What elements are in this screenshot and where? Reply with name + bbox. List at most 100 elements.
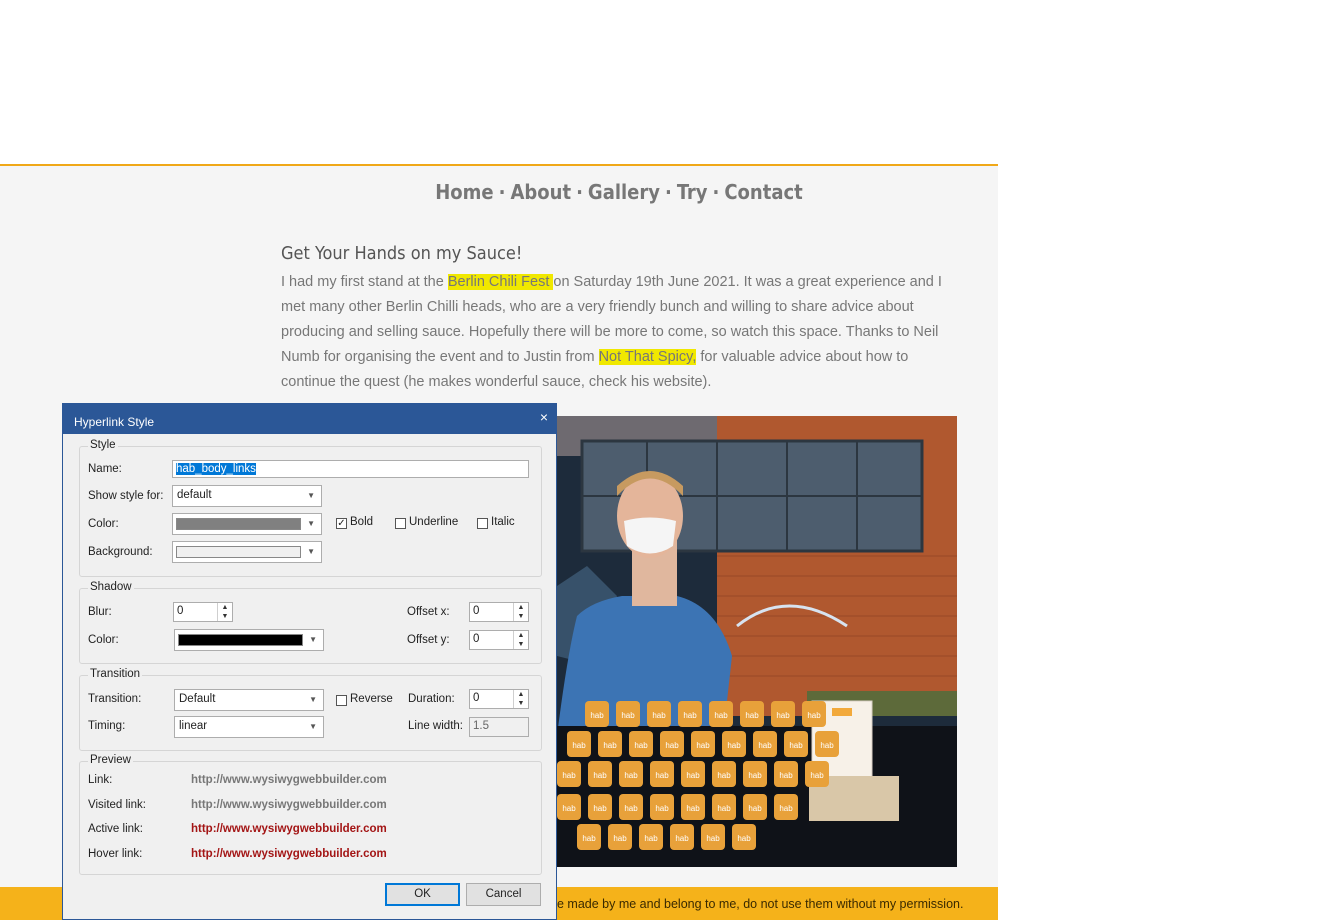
preview-hover-label: Hover link: (88, 848, 143, 860)
jar-label: hab (810, 771, 824, 780)
jar-label: hab (820, 741, 834, 750)
show-style-value: default (177, 489, 212, 501)
not-that-spicy-link[interactable]: Not That Spicy, (598, 349, 697, 365)
close-icon[interactable]: × (540, 409, 548, 425)
nav-separator: · (576, 180, 583, 204)
background-label: Background: (88, 546, 153, 558)
jar-label: hab (572, 741, 586, 750)
show-style-select[interactable]: default ▼ (172, 485, 322, 507)
nav-gallery[interactable]: Gallery (588, 180, 660, 204)
offset-x-value: 0 (473, 605, 480, 617)
jar-label: hab (727, 741, 741, 750)
shadow-color-label: Color: (88, 634, 119, 646)
jar-label: hab (686, 804, 700, 813)
shadow-color-picker[interactable]: ▼ (174, 629, 324, 651)
duration-stepper[interactable]: 0 ▲ ▼ (469, 689, 529, 709)
italic-checkbox[interactable] (477, 518, 488, 529)
jar-label: hab (624, 804, 638, 813)
chevron-down-icon: ▼ (307, 491, 315, 500)
increment-icon[interactable]: ▲ (513, 690, 528, 699)
offset-y-label: Offset y: (407, 634, 450, 646)
nav-about[interactable]: About (510, 180, 571, 204)
page-heading: Get Your Hands on my Sauce! (281, 243, 523, 264)
jar-label: hab (748, 771, 762, 780)
reverse-label: Reverse (350, 693, 393, 705)
nav-home[interactable]: Home (435, 180, 493, 204)
line-width-field: 1.5 (469, 717, 529, 737)
blur-stepper[interactable]: 0 ▲ ▼ (173, 602, 233, 622)
bold-checkbox[interactable]: ✓ (336, 518, 347, 529)
preview-link-label: Link: (88, 774, 113, 786)
ok-button[interactable]: OK (385, 883, 460, 906)
decrement-icon[interactable]: ▼ (217, 612, 232, 621)
background-picker[interactable]: ▼ (172, 541, 322, 563)
jar-label: hab (717, 771, 731, 780)
cancel-button[interactable]: Cancel (466, 883, 541, 906)
shadow-group: Shadow Blur: 0 ▲ ▼ Color: ▼ Offset x: 0 ▲ ▼ … (79, 581, 542, 664)
decrement-icon[interactable]: ▼ (513, 612, 528, 621)
transition-label: Transition: (88, 693, 142, 705)
blur-label: Blur: (88, 606, 112, 618)
underline-label: Underline (409, 516, 459, 528)
jar-label: hab (748, 804, 762, 813)
nav-separator: · (498, 180, 506, 204)
nav-contact[interactable]: Contact (724, 180, 802, 204)
jar-label: hab (621, 711, 635, 720)
italic-label: Italic (491, 516, 515, 528)
jar-label: hab (665, 741, 679, 750)
jar-label: hab (593, 804, 607, 813)
increment-icon[interactable]: ▲ (513, 631, 528, 640)
transition-group: Transition Transition: Default ▼ Reverse … (79, 668, 542, 751)
color-swatch (176, 518, 301, 530)
jar-label: hab (624, 771, 638, 780)
color-label: Color: (88, 518, 119, 530)
underline-checkbox[interactable] (395, 518, 406, 529)
jar-label: hab (644, 834, 658, 843)
duration-value: 0 (473, 692, 480, 704)
jar-label: hab (603, 741, 617, 750)
background-swatch (176, 546, 301, 558)
duration-label: Duration: (408, 693, 455, 705)
preview-hover-link: http://www.wysiwygwebbuilder.com (191, 848, 387, 860)
preview-group-title: Preview (88, 754, 133, 766)
increment-icon[interactable]: ▲ (217, 603, 232, 612)
nav-try[interactable]: Try (677, 180, 708, 204)
offset-y-value: 0 (473, 633, 480, 645)
decrement-icon[interactable]: ▼ (513, 640, 528, 649)
jar-label: hab (683, 711, 697, 720)
increment-icon[interactable]: ▲ (513, 603, 528, 612)
timing-select[interactable]: linear ▼ (174, 716, 324, 738)
jar-label: hab (717, 804, 731, 813)
offset-x-stepper[interactable]: 0 ▲ ▼ (469, 602, 529, 622)
chevron-down-icon: ▼ (307, 547, 315, 556)
market-stand-photo: hab hab hab hab hab hab hab hab hab hab hab hab hab h… (557, 416, 957, 867)
jar-label: hab (745, 711, 759, 720)
reverse-checkbox[interactable] (336, 695, 347, 706)
nav-separator: · (712, 180, 720, 204)
name-value: hab_body_links (176, 463, 256, 475)
jar-label: hab (675, 834, 689, 843)
offset-x-label: Offset x: (407, 606, 450, 618)
show-style-label: Show style for: (88, 490, 164, 502)
jar-label: hab (696, 741, 710, 750)
offset-y-stepper[interactable]: 0 ▲ ▼ (469, 630, 529, 650)
jar-label: hab (562, 804, 576, 813)
transition-select[interactable]: Default ▼ (174, 689, 324, 711)
line-width-label: Line width: (408, 720, 463, 732)
style-group: Style Name: hab_body_links Show style fo… (79, 439, 542, 577)
para-text: I had my first stand at the (281, 274, 448, 290)
jar-label: hab (737, 834, 751, 843)
preview-active-label: Active link: (88, 823, 143, 835)
line-width-value: 1.5 (473, 720, 489, 732)
jar-label: hab (776, 711, 790, 720)
jar-label: hab (655, 804, 669, 813)
nav-separator: · (664, 180, 672, 204)
shadow-color-swatch (178, 634, 303, 646)
berlin-chili-fest-link[interactable]: Berlin Chili Fest (447, 274, 554, 290)
decrement-icon[interactable]: ▼ (513, 699, 528, 708)
chevron-down-icon: ▼ (309, 695, 317, 704)
jar-label: hab (807, 711, 821, 720)
name-field[interactable]: hab_body_links (172, 460, 529, 478)
color-picker[interactable]: ▼ (172, 513, 322, 535)
jar-label: hab (655, 771, 669, 780)
